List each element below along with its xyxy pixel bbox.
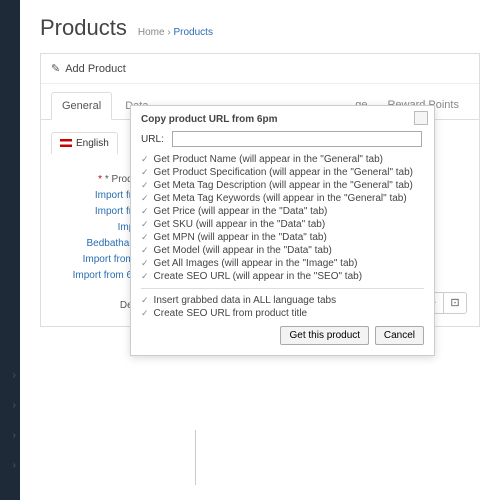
chevron-right-icon[interactable]: › <box>13 430 16 441</box>
options-list-2: Insert grabbed data in ALL language tabs… <box>141 294 424 320</box>
toolbar-image-icon[interactable]: ⊡ <box>444 293 466 313</box>
chevron-right-icon[interactable]: › <box>13 460 16 471</box>
modal-title: Copy product URL from 6pm <box>141 114 424 125</box>
option-check[interactable]: Create SEO URL from product title <box>141 307 424 320</box>
page-title: Products <box>40 15 127 41</box>
required-star: * <box>98 174 102 185</box>
chevron-right-icon[interactable]: › <box>13 370 16 381</box>
close-icon[interactable] <box>414 111 428 125</box>
option-check[interactable]: Get Meta Tag Keywords (will appear in th… <box>141 192 424 205</box>
option-check[interactable]: Get Price (will appear in the "Data" tab… <box>141 205 424 218</box>
cancel-button[interactable]: Cancel <box>375 326 424 345</box>
option-check[interactable]: Get Meta Tag Description (will appear in… <box>141 179 424 192</box>
option-check[interactable]: Get MPN (will appear in the "Data" tab) <box>141 231 424 244</box>
panel-heading: ✎Add Product <box>41 54 479 84</box>
options-list: Get Product Name (will appear in the "Ge… <box>141 153 424 283</box>
breadcrumb: Home › Products <box>138 27 213 38</box>
option-check[interactable]: Create SEO URL (will appear in the "SEO"… <box>141 270 424 283</box>
editor-divider <box>195 430 196 485</box>
tab-general[interactable]: General <box>51 92 112 120</box>
option-check[interactable]: Get Product Specification (will appear i… <box>141 166 424 179</box>
option-check[interactable]: Get Product Name (will appear in the "Ge… <box>141 153 424 166</box>
language-tab-english[interactable]: English <box>51 132 118 154</box>
option-check[interactable]: Get All Images (will appear in the "Imag… <box>141 257 424 270</box>
divider <box>141 288 424 289</box>
option-check[interactable]: Insert grabbed data in ALL language tabs <box>141 294 424 307</box>
get-product-button[interactable]: Get this product <box>280 326 369 345</box>
option-check[interactable]: Get Model (will appear in the "Data" tab… <box>141 244 424 257</box>
chevron-right-icon[interactable]: › <box>13 400 16 411</box>
breadcrumb-current[interactable]: Products <box>173 27 212 38</box>
url-label: URL: <box>141 134 169 145</box>
flag-icon <box>60 139 72 147</box>
option-check[interactable]: Get SKU (will appear in the "Data" tab) <box>141 218 424 231</box>
admin-sidebar: › › › › <box>0 0 20 500</box>
breadcrumb-home[interactable]: Home <box>138 27 165 38</box>
copy-url-modal: Copy product URL from 6pm URL: Get Produ… <box>130 105 435 356</box>
pencil-icon: ✎ <box>51 63 60 75</box>
url-input[interactable] <box>172 131 422 147</box>
